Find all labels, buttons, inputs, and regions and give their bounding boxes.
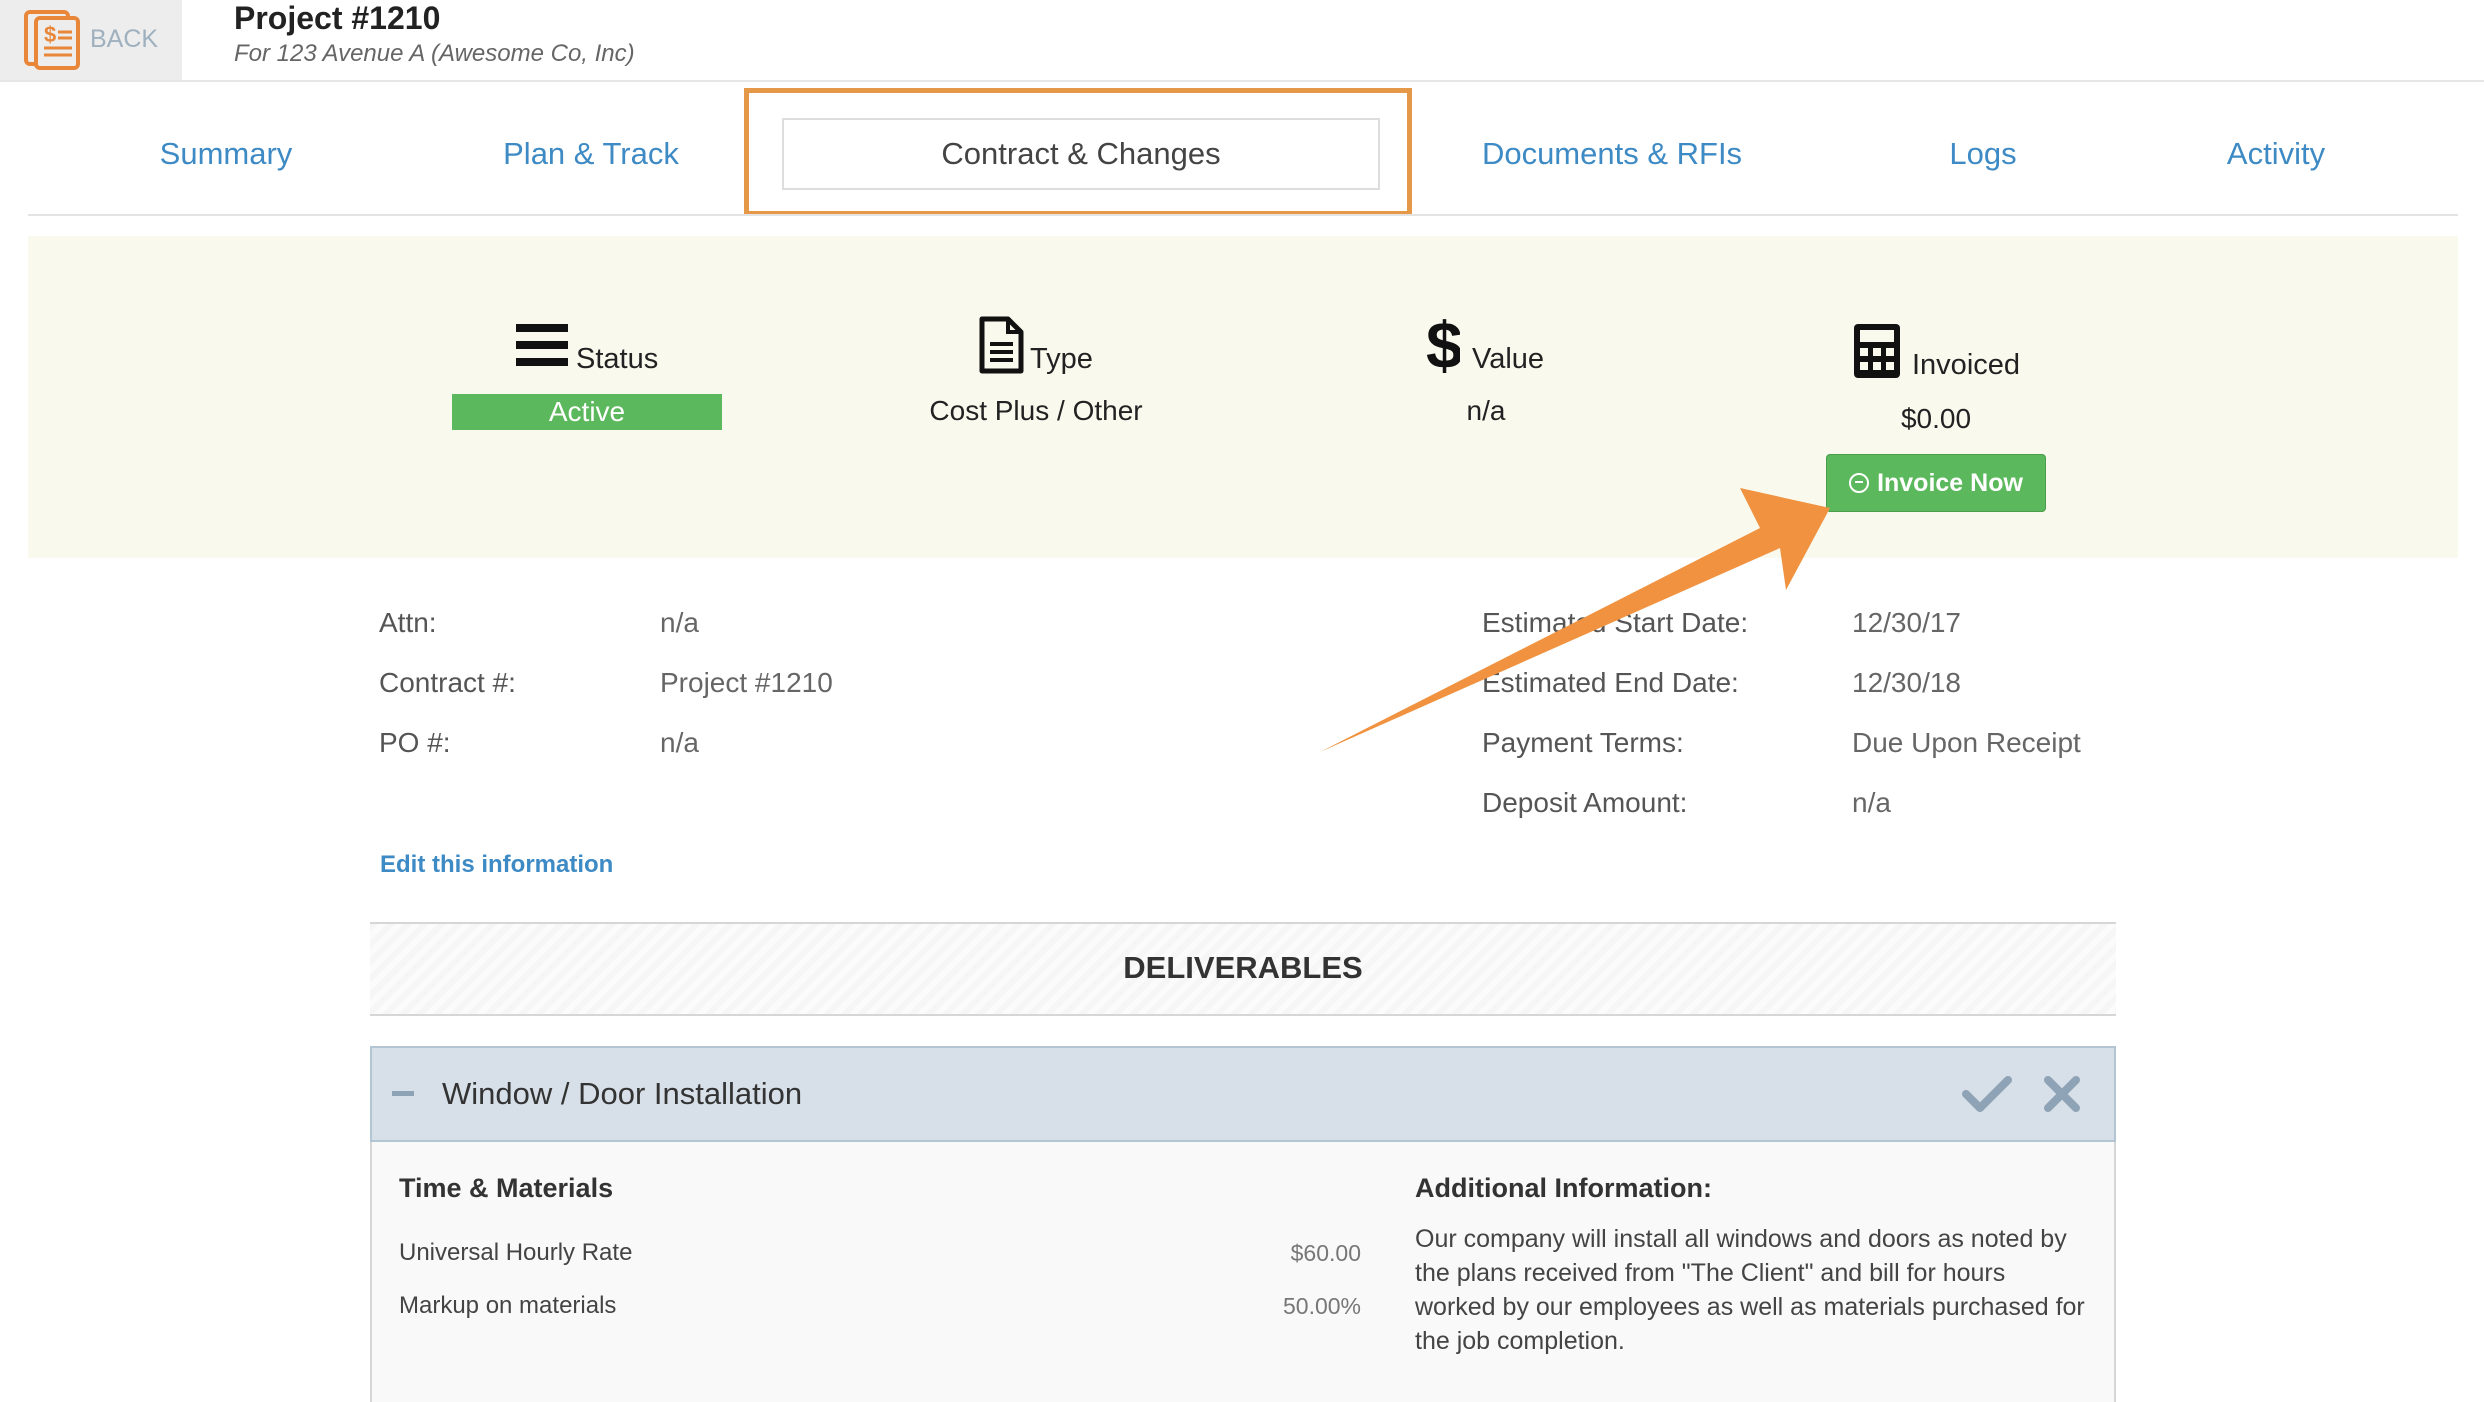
deliverable-item-title: Window / Door Installation (442, 1076, 803, 1111)
tab-activity[interactable]: Activity (2176, 134, 2376, 174)
tab-logs[interactable]: Logs (1900, 134, 2066, 174)
start-date-value: 12/30/17 (1852, 607, 1961, 638)
list-icon (516, 324, 568, 366)
payment-terms-label: Payment Terms: (1482, 727, 1684, 758)
header-divider (0, 80, 2484, 82)
check-icon[interactable] (1962, 1074, 2012, 1114)
markup-value: 50.00% (1282, 1293, 1361, 1319)
invoice-doc-icon[interactable]: $ (24, 10, 82, 70)
tab-documents-rfis[interactable]: Documents & RFIs (1456, 134, 1768, 174)
page-title: Project #1210 (234, 0, 441, 36)
status-badge: Active (452, 394, 722, 430)
tab-contract-changes[interactable]: Contract & Changes (782, 118, 1380, 190)
invoice-now-button[interactable]: Invoice Now (1826, 454, 2046, 512)
contract-number-label: Contract #: (379, 667, 516, 698)
value-label: Value (1472, 343, 1545, 375)
close-icon[interactable] (2042, 1074, 2082, 1114)
additional-info-heading: Additional Information: (1415, 1173, 1712, 1203)
tab-plan-track[interactable]: Plan & Track (460, 134, 722, 174)
page-subtitle: For 123 Avenue A (Awesome Co, Inc) (234, 40, 635, 67)
deposit-amount-label: Deposit Amount: (1482, 787, 1688, 818)
po-number-label: PO #: (379, 727, 451, 758)
calculator-icon (1854, 324, 1900, 378)
po-number-value: n/a (660, 727, 699, 758)
arrow-circle-icon (1849, 473, 1870, 493)
deposit-amount-value: n/a (1852, 787, 1891, 818)
invoice-now-label: Invoice Now (1877, 469, 2023, 497)
back-label[interactable]: BACK (90, 24, 158, 54)
pricing-heading: Time & Materials (399, 1173, 614, 1203)
end-date-label: Estimated End Date: (1482, 667, 1739, 698)
markup-label: Markup on materials (399, 1292, 617, 1319)
attn-label: Attn: (379, 607, 437, 638)
status-label: Status (576, 343, 659, 375)
tab-summary[interactable]: Summary (110, 134, 342, 174)
contract-summary-panel (28, 236, 2458, 558)
type-label: Type (1030, 343, 1093, 375)
hourly-rate-label: Universal Hourly Rate (399, 1239, 633, 1266)
svg-text:$: $ (1426, 314, 1460, 376)
document-icon (979, 316, 1024, 374)
start-date-label: Estimated Start Date: (1482, 607, 1749, 638)
dollar-icon: $ (1426, 314, 1460, 376)
edit-information-link[interactable]: Edit this information (380, 850, 613, 880)
invoiced-label: Invoiced (1912, 349, 2021, 381)
deliverables-title: DELIVERABLES (1123, 950, 1363, 985)
end-date-value: 12/30/18 (1852, 667, 1961, 698)
collapse-icon[interactable] (392, 1091, 414, 1096)
contract-number-value: Project #1210 (660, 667, 833, 698)
attn-value: n/a (660, 607, 699, 638)
additional-info-text: Our company will install all windows and… (1415, 1225, 2085, 1355)
svg-text:$: $ (44, 22, 56, 47)
type-value: Cost Plus / Other (929, 395, 1143, 426)
invoiced-value: $0.00 (1900, 403, 1972, 434)
hourly-rate-value: $60.00 (1290, 1240, 1361, 1266)
tabs-divider (28, 214, 2458, 216)
payment-terms-value: Due Upon Receipt (1852, 727, 2081, 758)
value-value: n/a (1466, 395, 1506, 426)
